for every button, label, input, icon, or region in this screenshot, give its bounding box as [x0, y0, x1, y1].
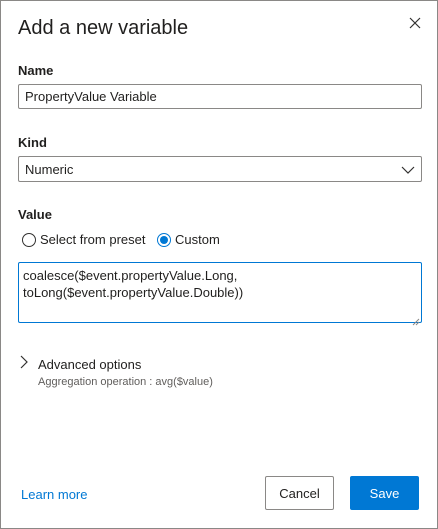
radio-circle[interactable] [22, 232, 36, 247]
value-label: Value [18, 207, 52, 222]
expression-textarea[interactable]: coalesce($event.propertyValue.Long, toLo… [18, 262, 422, 323]
radio-label-preset: Select from preset [40, 232, 146, 247]
dialog-title: Add a new variable [18, 17, 189, 39]
resize-grip-icon[interactable] [412, 313, 420, 331]
close-icon[interactable] [409, 16, 421, 34]
kind-label: Kind [18, 135, 47, 150]
expression-line-1: coalesce($event.propertyValue.Long, [23, 268, 238, 283]
radio-select-from-preset[interactable]: Select from preset [22, 232, 146, 247]
close-button[interactable] [403, 13, 427, 37]
name-input[interactable] [18, 84, 422, 109]
radio-custom[interactable]: Custom [157, 232, 220, 247]
kind-dropdown[interactable]: Numeric [18, 156, 422, 182]
name-label: Name [18, 63, 54, 78]
radio-circle-checked[interactable] [157, 232, 171, 247]
add-variable-dialog: Add a new variable Name Kind Numeric Val… [0, 0, 438, 529]
cancel-button[interactable]: Cancel [265, 476, 334, 510]
chevron-right-icon[interactable] [20, 355, 28, 374]
advanced-options-toggle[interactable]: Advanced options [20, 355, 141, 374]
kind-selected-value: Numeric [25, 161, 74, 177]
save-button[interactable]: Save [350, 476, 419, 510]
aggregation-info: Aggregation operation : avg($value) [38, 376, 213, 388]
advanced-options-label: Advanced options [38, 357, 142, 372]
chevron-down-icon [400, 162, 416, 181]
learn-more-link[interactable]: Learn more [21, 487, 87, 502]
radio-label-custom: Custom [175, 232, 220, 247]
expression-line-2: toLong($event.propertyValue.Double)) [23, 285, 244, 300]
